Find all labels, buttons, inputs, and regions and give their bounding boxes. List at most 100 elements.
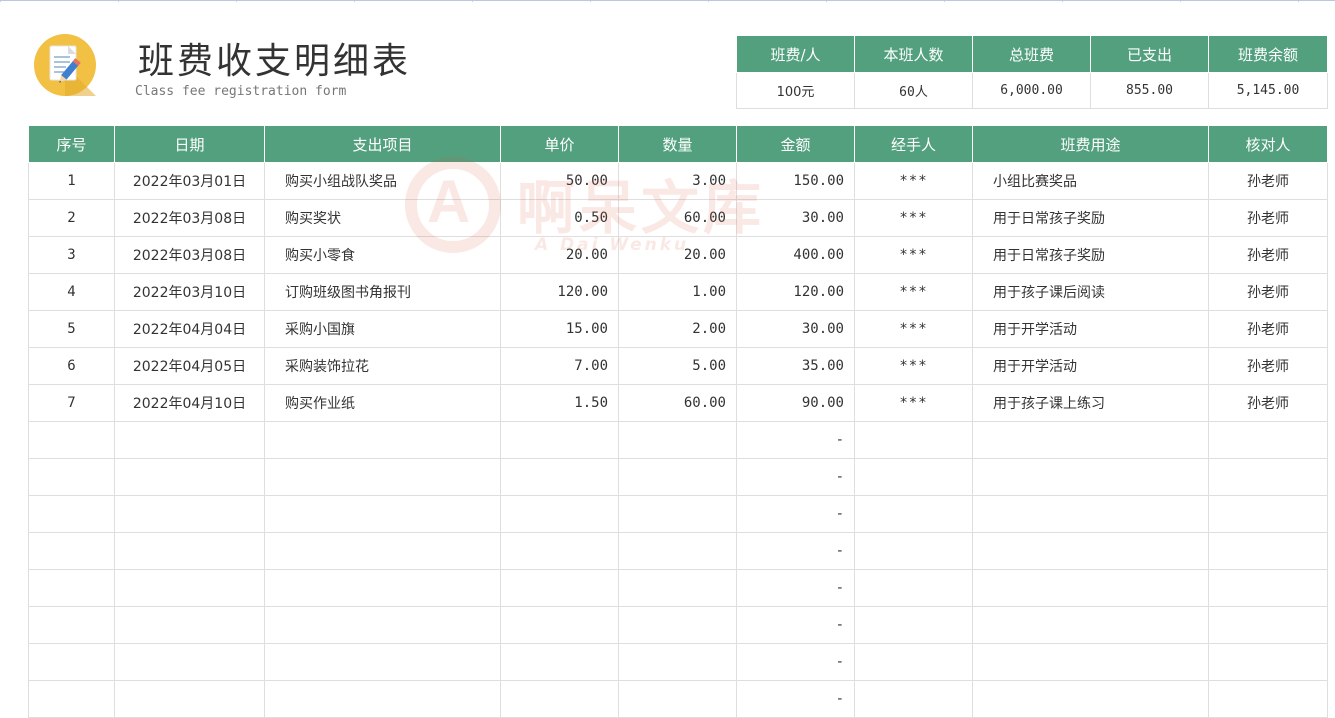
cell-date[interactable]: 2022年04月04日 <box>114 310 265 348</box>
cell-purpose[interactable]: 小组比赛奖品 <box>972 162 1209 200</box>
cell-amount[interactable]: - <box>736 680 855 718</box>
cell-purpose[interactable] <box>972 532 1209 570</box>
cell-handler[interactable]: *** <box>854 236 973 274</box>
cell-handler[interactable]: *** <box>854 384 973 422</box>
summary-total-fee[interactable]: 6,000.00 <box>972 72 1091 109</box>
cell-date[interactable] <box>114 569 265 607</box>
cell-handler[interactable] <box>854 458 973 496</box>
column-header-date[interactable]: 日期 <box>114 125 265 163</box>
cell-purpose[interactable]: 用于开学活动 <box>972 310 1209 348</box>
cell-date[interactable]: 2022年04月05日 <box>114 347 265 385</box>
cell-index[interactable] <box>28 458 115 496</box>
cell-purpose[interactable] <box>972 606 1209 644</box>
cell-quantity[interactable]: 60.00 <box>618 384 737 422</box>
cell-quantity[interactable] <box>618 569 737 607</box>
cell-handler[interactable] <box>854 532 973 570</box>
cell-item[interactable] <box>264 458 501 496</box>
summary-fee-per-person[interactable]: 100元 <box>736 72 855 109</box>
cell-unit-price[interactable] <box>500 643 619 681</box>
cell-handler[interactable]: *** <box>854 199 973 237</box>
summary-header-cell[interactable]: 班费余额 <box>1208 35 1328 73</box>
cell-checker[interactable]: 孙老师 <box>1208 273 1328 311</box>
cell-handler[interactable]: *** <box>854 347 973 385</box>
cell-index[interactable] <box>28 569 115 607</box>
cell-quantity[interactable]: 1.00 <box>618 273 737 311</box>
cell-checker[interactable] <box>1208 421 1328 459</box>
cell-quantity[interactable]: 3.00 <box>618 162 737 200</box>
column-header-index[interactable]: 序号 <box>28 125 115 163</box>
cell-unit-price[interactable] <box>500 458 619 496</box>
cell-purpose[interactable] <box>972 680 1209 718</box>
cell-date[interactable]: 2022年04月10日 <box>114 384 265 422</box>
cell-checker[interactable]: 孙老师 <box>1208 347 1328 385</box>
summary-header-cell[interactable]: 已支出 <box>1090 35 1209 73</box>
cell-unit-price[interactable]: 1.50 <box>500 384 619 422</box>
cell-index[interactable] <box>28 680 115 718</box>
cell-item[interactable] <box>264 421 501 459</box>
summary-balance[interactable]: 5,145.00 <box>1208 72 1328 109</box>
cell-quantity[interactable] <box>618 532 737 570</box>
cell-purpose[interactable]: 用于日常孩子奖励 <box>972 199 1209 237</box>
cell-checker[interactable]: 孙老师 <box>1208 310 1328 348</box>
cell-quantity[interactable]: 5.00 <box>618 347 737 385</box>
column-header-handler[interactable]: 经手人 <box>854 125 973 163</box>
cell-purpose[interactable] <box>972 569 1209 607</box>
cell-amount[interactable]: 30.00 <box>736 199 855 237</box>
cell-unit-price[interactable]: 50.00 <box>500 162 619 200</box>
cell-unit-price[interactable]: 15.00 <box>500 310 619 348</box>
cell-checker[interactable] <box>1208 495 1328 533</box>
cell-unit-price[interactable] <box>500 495 619 533</box>
summary-header-cell[interactable]: 班费/人 <box>736 35 855 73</box>
cell-index[interactable] <box>28 421 115 459</box>
cell-item[interactable] <box>264 643 501 681</box>
cell-checker[interactable] <box>1208 569 1328 607</box>
column-header-quantity[interactable]: 数量 <box>618 125 737 163</box>
cell-item[interactable]: 采购小国旗 <box>264 310 501 348</box>
column-header-unit-price[interactable]: 单价 <box>500 125 619 163</box>
cell-checker[interactable] <box>1208 606 1328 644</box>
cell-amount[interactable]: - <box>736 606 855 644</box>
cell-checker[interactable]: 孙老师 <box>1208 384 1328 422</box>
cell-handler[interactable] <box>854 495 973 533</box>
cell-handler[interactable]: *** <box>854 310 973 348</box>
cell-item[interactable]: 购买小零食 <box>264 236 501 274</box>
cell-date[interactable]: 2022年03月01日 <box>114 162 265 200</box>
cell-checker[interactable]: 孙老师 <box>1208 236 1328 274</box>
cell-date[interactable] <box>114 606 265 644</box>
cell-unit-price[interactable] <box>500 532 619 570</box>
cell-handler[interactable] <box>854 606 973 644</box>
column-header-purpose[interactable]: 班费用途 <box>972 125 1209 163</box>
cell-quantity[interactable]: 20.00 <box>618 236 737 274</box>
summary-spent[interactable]: 855.00 <box>1090 72 1209 109</box>
cell-item[interactable] <box>264 532 501 570</box>
cell-date[interactable] <box>114 495 265 533</box>
cell-purpose[interactable]: 用于孩子课上练习 <box>972 384 1209 422</box>
cell-quantity[interactable]: 2.00 <box>618 310 737 348</box>
cell-handler[interactable]: *** <box>854 162 973 200</box>
cell-date[interactable]: 2022年03月08日 <box>114 199 265 237</box>
cell-handler[interactable] <box>854 680 973 718</box>
cell-item[interactable]: 购买小组战队奖品 <box>264 162 501 200</box>
cell-date[interactable]: 2022年03月08日 <box>114 236 265 274</box>
cell-item[interactable]: 购买奖状 <box>264 199 501 237</box>
cell-handler[interactable] <box>854 421 973 459</box>
cell-amount[interactable]: 30.00 <box>736 310 855 348</box>
cell-index[interactable] <box>28 606 115 644</box>
cell-item[interactable] <box>264 680 501 718</box>
cell-purpose[interactable] <box>972 458 1209 496</box>
cell-index[interactable]: 5 <box>28 310 115 348</box>
cell-unit-price[interactable]: 20.00 <box>500 236 619 274</box>
cell-purpose[interactable]: 用于开学活动 <box>972 347 1209 385</box>
cell-checker[interactable] <box>1208 680 1328 718</box>
cell-purpose[interactable]: 用于孩子课后阅读 <box>972 273 1209 311</box>
cell-amount[interactable]: - <box>736 532 855 570</box>
cell-purpose[interactable] <box>972 495 1209 533</box>
cell-amount[interactable]: 90.00 <box>736 384 855 422</box>
cell-amount[interactable]: 120.00 <box>736 273 855 311</box>
cell-handler[interactable] <box>854 643 973 681</box>
cell-quantity[interactable]: 60.00 <box>618 199 737 237</box>
column-header-item[interactable]: 支出项目 <box>264 125 501 163</box>
summary-header-cell[interactable]: 本班人数 <box>854 35 973 73</box>
cell-item[interactable]: 采购装饰拉花 <box>264 347 501 385</box>
cell-amount[interactable]: - <box>736 569 855 607</box>
